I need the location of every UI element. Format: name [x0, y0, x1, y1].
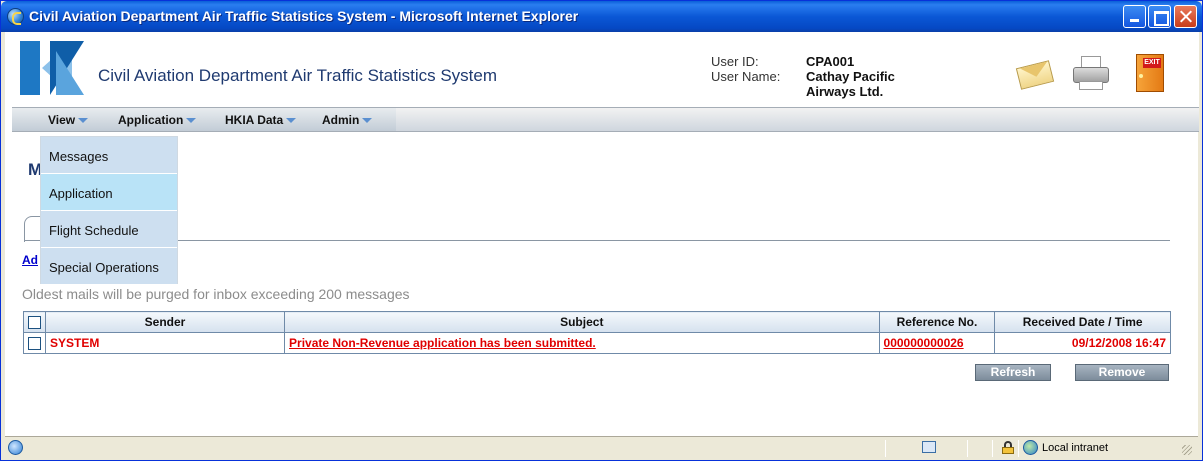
user-id-label: User ID:	[711, 54, 759, 69]
chevron-down-icon	[362, 118, 373, 124]
system-title: Civil Aviation Department Air Traffic St…	[98, 66, 498, 85]
exit-door-icon[interactable]: EXIT	[1134, 52, 1166, 94]
chevron-down-icon	[78, 118, 89, 124]
select-all-checkbox[interactable]	[28, 316, 41, 330]
status-bar: Local intranet	[5, 436, 1198, 458]
menu-application[interactable]: Application	[118, 113, 197, 127]
minimize-button[interactable]	[1123, 5, 1146, 28]
exit-sign-label: EXIT	[1143, 58, 1161, 68]
subject-link[interactable]: Private Non-Revenue application has been…	[289, 336, 596, 350]
sender-cell: SYSTEM	[44, 332, 286, 354]
mail-icon[interactable]	[1015, 54, 1055, 92]
reference-cell: 000000000026	[878, 332, 996, 354]
printer-icon[interactable]	[1072, 54, 1110, 92]
dropdown-item-application[interactable]: Application	[41, 174, 177, 211]
user-name-value: Cathay Pacific	[806, 69, 895, 84]
purge-notice: Oldest mails will be purged for inbox ex…	[22, 286, 410, 302]
row-checkbox[interactable]	[28, 337, 41, 351]
menu-bar: View Application HKIA Data Admin	[12, 107, 1199, 132]
cad-logo	[20, 41, 84, 95]
user-name-value-cont: Airways Ltd.	[806, 84, 884, 99]
refresh-button[interactable]: Refresh	[975, 364, 1051, 381]
reference-link[interactable]: 000000000026	[884, 336, 964, 350]
menu-view[interactable]: View	[48, 113, 89, 127]
title-bar[interactable]: Civil Aviation Department Air Traffic St…	[1, 1, 1202, 32]
window-title: Civil Aviation Department Air Traffic St…	[29, 8, 579, 24]
inbox-table: Sender Subject Reference No. Received Da…	[23, 311, 1171, 354]
row-select-cell	[23, 332, 46, 354]
select-all-header	[23, 311, 46, 333]
internet-explorer-icon	[7, 8, 24, 25]
view-dropdown-menu: Messages Application Flight Schedule Spe…	[40, 136, 178, 285]
user-id-value: CPA001	[806, 54, 855, 69]
page-content: Civil Aviation Department Air Traffic St…	[5, 32, 1199, 436]
browser-window: Civil Aviation Department Air Traffic St…	[0, 0, 1203, 461]
column-sender[interactable]: Sender	[44, 311, 286, 333]
user-name-label: User Name:	[711, 69, 781, 84]
lock-icon	[1002, 441, 1014, 454]
chevron-down-icon	[186, 118, 197, 124]
column-subject[interactable]: Subject	[284, 311, 880, 333]
column-reference[interactable]: Reference No.	[878, 311, 996, 333]
page-status-icon	[8, 440, 23, 455]
dropdown-item-messages[interactable]: Messages	[41, 137, 177, 174]
close-button[interactable]	[1174, 5, 1197, 28]
subject-cell: Private Non-Revenue application has been…	[284, 332, 880, 354]
column-received[interactable]: Received Date / Time	[994, 311, 1171, 333]
tab-divider	[24, 240, 1170, 241]
intranet-globe-icon	[1023, 440, 1038, 455]
page-icon	[922, 441, 936, 453]
menu-admin[interactable]: Admin	[322, 113, 373, 127]
table-row: SYSTEM Private Non-Revenue application h…	[23, 332, 1171, 354]
dropdown-item-special-operations[interactable]: Special Operations	[41, 248, 177, 285]
received-cell: 09/12/2008 16:47	[994, 332, 1171, 354]
menu-hkia-data[interactable]: HKIA Data	[225, 113, 297, 127]
add-link[interactable]: Ad	[22, 253, 38, 267]
table-header-row: Sender Subject Reference No. Received Da…	[23, 311, 1171, 333]
maximize-button[interactable]	[1148, 5, 1171, 28]
chevron-down-icon	[286, 118, 297, 124]
app-header: Civil Aviation Department Air Traffic St…	[6, 32, 1199, 111]
security-zone-label: Local intranet	[1042, 442, 1109, 454]
resize-grip-icon[interactable]	[1182, 445, 1192, 455]
dropdown-item-flight-schedule[interactable]: Flight Schedule	[41, 211, 177, 248]
remove-button[interactable]: Remove	[1075, 364, 1169, 381]
